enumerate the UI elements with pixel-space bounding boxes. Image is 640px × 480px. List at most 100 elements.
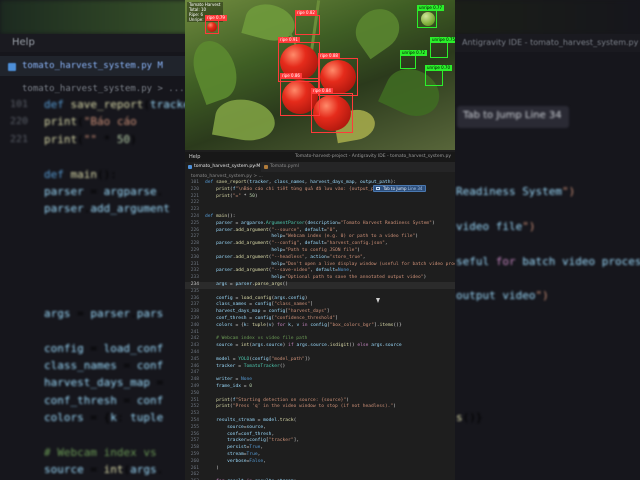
code-text: results_stream = model.track( xyxy=(216,418,297,423)
file-icon xyxy=(264,165,268,169)
menubar: Help Tomato-harvest-project - Antigravit… xyxy=(185,152,455,162)
background-code-overflow: video file") xyxy=(456,219,536,233)
line-number: 224 xyxy=(190,214,199,219)
code-line[interactable]: 230 parser.add_argument("--headless", ac… xyxy=(185,255,455,262)
code-line[interactable]: 254 results_stream = model.track( xyxy=(185,418,455,425)
line-number: 248 xyxy=(190,377,199,383)
tab-label: Tomato.pyml xyxy=(270,164,299,169)
detection-label: unripe 0.72 xyxy=(400,50,428,56)
line-number: 229 xyxy=(190,248,199,253)
code-text: source=source, xyxy=(227,424,266,430)
code-text: conf_thresh = config["confidence_thresho… xyxy=(216,316,338,321)
detection-label: ripe 0.88 xyxy=(318,53,340,59)
code-line[interactable]: 248 writer = None xyxy=(185,377,455,384)
background-line-number: 221 xyxy=(9,133,28,145)
line-number: 233 xyxy=(190,275,199,281)
background-code-text: # Webcam index vs xyxy=(44,446,157,459)
background-code-text: class_names = conf xyxy=(44,359,164,372)
background-code-text: parser.add_argument xyxy=(44,202,170,216)
code-line[interactable]: 224 def main(): xyxy=(185,214,455,221)
background-tab-to-jump: Tab to Jump Line 34 xyxy=(457,106,569,128)
code-line[interactable]: 234 args = parser.parse_args() xyxy=(185,282,455,289)
code-text: stream=True, xyxy=(227,452,261,457)
code-line[interactable]: 239 conf_thresh = config["confidence_thr… xyxy=(185,316,455,323)
code-line[interactable]: 252 print("Press 'q' in the video window… xyxy=(185,404,455,411)
code-line[interactable]: 258 persist=True, xyxy=(185,445,455,452)
code-line[interactable]: 221 print("=" * 50) xyxy=(185,194,455,201)
detection-box: ripe 0.79 xyxy=(205,15,227,34)
code-line[interactable]: 244 xyxy=(185,350,455,357)
line-number: 260 xyxy=(190,458,199,464)
code-line[interactable]: 245 model = YOLO(config["model_path"]) xyxy=(185,357,455,364)
background-code-overflow: Readiness System") xyxy=(456,185,576,198)
line-number: 243 xyxy=(190,343,199,349)
code-line[interactable]: 222 xyxy=(185,200,455,207)
background-code-text: harvest_days_map = xyxy=(44,376,164,390)
code-line[interactable]: 229 help="Path to config JSON file") xyxy=(185,248,455,255)
code-text: print(f"\nBáo cáo chi tiết từng quả đã l… xyxy=(216,186,390,192)
code-text: ) xyxy=(205,465,219,471)
code-line[interactable]: 249 frame_idx = 0 xyxy=(185,384,455,391)
code-line[interactable]: 260 verbose=False, xyxy=(185,459,455,466)
code-line[interactable]: 228 parser.add_argument("--config", defa… xyxy=(185,241,455,248)
mouse-cursor-icon xyxy=(376,298,380,303)
line-number: 255 xyxy=(190,424,199,430)
tab-to-jump-hint[interactable]: Tab to Jump Line 34 xyxy=(373,185,427,192)
background-tab-to-jump-label: Tab to Jump Line 34 xyxy=(463,110,562,121)
detection-box: unripe 0.70 xyxy=(425,65,453,86)
code-line[interactable]: 225 parser = argparse.ArgumentParser(des… xyxy=(185,221,455,228)
code-text: tracker = TomatoTracker() xyxy=(216,363,286,369)
code-line[interactable]: 233 help="Optional path to save the anno… xyxy=(185,275,455,282)
line-number: 101 xyxy=(190,180,199,185)
code-line[interactable]: 253 xyxy=(185,411,455,418)
code-line[interactable]: 235 xyxy=(185,289,455,296)
code-text: parser = argparse.ArgumentParser(descrip… xyxy=(216,220,435,226)
background-code-text: colors = {k: tuple xyxy=(44,411,164,425)
code-line[interactable]: 240 colors = {k: tuple(v) for k, v in co… xyxy=(185,323,455,330)
detection-box: unripe 0.75 xyxy=(430,37,455,58)
background-code-text: def save_report(tracker xyxy=(44,98,197,111)
code-line[interactable]: 250 xyxy=(185,391,455,398)
code-line[interactable]: 246 tracker = TomatoTracker() xyxy=(185,364,455,371)
tab-tomato-pyml[interactable]: Tomato.pyml xyxy=(261,162,319,172)
code-text: parser.add_argument("--headless", action… xyxy=(216,254,366,260)
background-window-title: Antigravity IDE - tomato_harvest_system.… xyxy=(462,38,639,47)
background-code-overflow: s()} xyxy=(456,411,483,425)
detection-label: ripe 0.84 xyxy=(311,88,333,94)
code-line[interactable]: 223 xyxy=(185,207,455,214)
code-line[interactable]: 243 source = int(args.source) if args.so… xyxy=(185,343,455,350)
line-number: 223 xyxy=(190,207,199,213)
tab-tomato-harvest-system[interactable]: tomato_harvest_system.py M × xyxy=(185,162,261,172)
line-number: 220 xyxy=(190,186,199,192)
code-line[interactable]: 259 stream=True, xyxy=(185,452,455,459)
code-text: def main(): xyxy=(205,214,236,219)
close-icon[interactable]: × xyxy=(253,162,257,172)
menu-help[interactable]: Help xyxy=(189,153,200,161)
line-number: 249 xyxy=(190,384,199,389)
breadcrumb[interactable]: tomato_harvest_system.py > ... xyxy=(191,173,263,180)
line-number: 258 xyxy=(190,445,199,451)
detection-label: ripe 0.86 xyxy=(280,73,302,79)
code-text: args = parser.parse_args() xyxy=(216,282,289,287)
code-editor[interactable]: 101 def save_report(tracker, class_names,… xyxy=(185,180,455,480)
code-line[interactable]: 255 source=source, xyxy=(185,425,455,432)
tab-bar: tomato_harvest_system.py M × Tomato.pyml xyxy=(185,162,455,172)
detection-label: unripe 0.70 xyxy=(425,65,453,71)
tab-label: tomato_harvest_system.py M xyxy=(194,164,261,169)
line-number: 250 xyxy=(190,390,199,396)
code-line[interactable]: 261 ) xyxy=(185,466,455,473)
line-number: 230 xyxy=(190,254,199,260)
background-code-text: print("" * 50) xyxy=(44,132,137,146)
python-file-icon xyxy=(188,165,192,169)
code-text: source = int(args.source) if args.source… xyxy=(216,343,402,349)
code-text: persist=True, xyxy=(227,445,264,451)
detection-box: unripe 0.77 xyxy=(417,5,445,28)
background-code-text: conf_thresh = conf xyxy=(44,393,164,407)
code-text: harvest_days_map = config["harvest_days"… xyxy=(216,309,330,315)
foreground-recording: Tomato Harvest Total: 10 Ripe: 6 Unripe: 4 … xyxy=(185,0,455,480)
code-line[interactable]: 238 harvest_days_map = config["harvest_d… xyxy=(185,309,455,316)
background-tab: tomato_harvest_system.py M xyxy=(0,56,185,76)
code-text: colors = {k: tuple(v) for k, v in config… xyxy=(216,322,402,328)
background-code-text: args = parser.pars xyxy=(44,306,164,320)
line-number: 235 xyxy=(190,288,199,294)
